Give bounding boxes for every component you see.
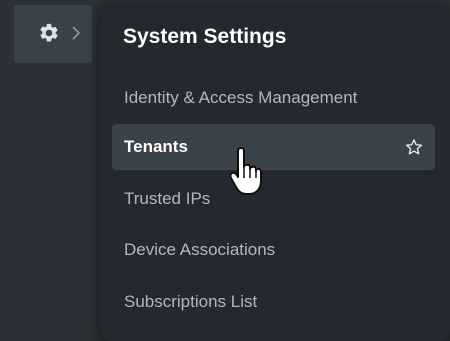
menu-item-label: Device Associations — [124, 240, 276, 259]
settings-menu-button[interactable] — [14, 5, 92, 63]
menu-item-label: Identity & Access Management — [124, 88, 358, 107]
chevron-right-icon — [72, 26, 81, 40]
menu-item-label: Subscriptions List — [124, 292, 258, 311]
system-settings-menu: System Settings Identity & Access Manage… — [100, 3, 450, 341]
menu-item-label: Trusted IPs — [124, 189, 211, 208]
sidebar — [0, 0, 100, 341]
menu-item-device-associations[interactable]: Device Associations — [112, 227, 435, 273]
menu-item-subscriptions-list[interactable]: Subscriptions List — [112, 279, 435, 325]
gear-icon — [40, 23, 58, 42]
menu-item-identity-access-management[interactable]: Identity & Access Management — [112, 75, 435, 121]
menu-item-tenants[interactable]: Tenants — [112, 124, 435, 170]
menu-item-trusted-ips[interactable]: Trusted IPs — [112, 176, 435, 222]
star-outline-icon[interactable] — [405, 138, 423, 156]
hand-pointer-icon — [230, 147, 262, 195]
menu-title: System Settings — [123, 25, 287, 48]
menu-item-label: Tenants — [124, 137, 188, 156]
